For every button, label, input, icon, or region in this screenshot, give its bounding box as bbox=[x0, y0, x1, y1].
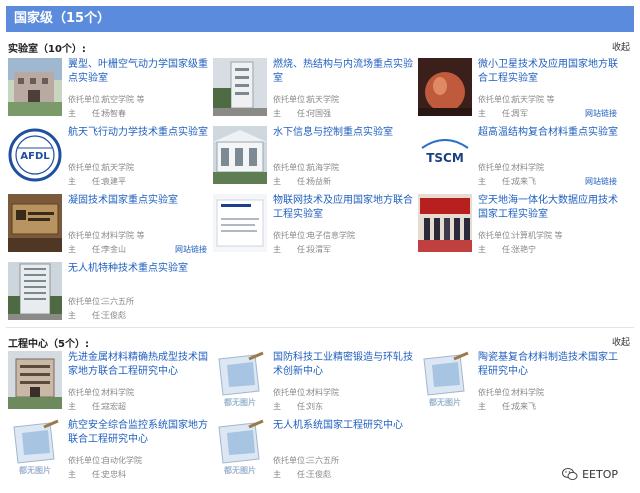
list-item[interactable]: 都无图片 国防科技工业精密锻造与环轧技术创新中心 依托单位：材料学院 主 任：刘… bbox=[213, 351, 418, 415]
lab-title[interactable]: 微小卫星技术及应用国家地方联合工程实验室 bbox=[478, 58, 620, 86]
header-title: 国家级（15个） bbox=[14, 11, 111, 26]
list-item[interactable]: 都无图片 航空安全综合监控系统国家地方联合工程研究中心 依托单位：自动化学院 主… bbox=[8, 419, 213, 483]
lab-title[interactable]: 水下信息与控制重点实验室 bbox=[273, 126, 415, 140]
lead-row: 主 任：刘东 bbox=[273, 402, 323, 411]
section-divider bbox=[6, 327, 634, 328]
center-title[interactable]: 国防科技工业精密锻造与环轧技术创新中心 bbox=[273, 351, 415, 379]
lab-photo-document bbox=[213, 194, 267, 252]
unit-row: 依托单位：电子信息学院 bbox=[273, 231, 355, 240]
list-item[interactable]: 都无图片 陶瓷基复合材料制造技术国家工程研究中心 依托单位：材料学院 主 任：成… bbox=[418, 351, 623, 415]
center-title[interactable]: 先进金属材料精确热成型技术国家地方联合工程研究中心 bbox=[68, 351, 210, 379]
unit-row: 依托单位：航天学院 bbox=[273, 95, 339, 104]
afdl-logo-text: AFDL bbox=[20, 151, 50, 162]
tscm-logo-icon: TSCM bbox=[418, 126, 472, 184]
lead-row: 主 任：王俊彪 bbox=[68, 311, 126, 320]
watermark-text: EETOP bbox=[582, 467, 618, 481]
lab-title[interactable]: 航天飞行动力学技术重点实验室 bbox=[68, 126, 210, 140]
center-title[interactable]: 航空安全综合监控系统国家地方联合工程研究中心 bbox=[68, 419, 210, 447]
lab-title[interactable]: 超高温结构复合材料重点实验室 bbox=[478, 126, 620, 140]
lab-photo-plaque bbox=[8, 194, 62, 252]
placeholder-text: 都无图片 bbox=[223, 465, 256, 475]
lab-title[interactable]: 燃烧、热结构与内流场重点实验室 bbox=[273, 58, 415, 86]
unit-row: 依托单位：材料学院 bbox=[478, 388, 544, 397]
unit-row: 依托单位：航海学院 bbox=[273, 163, 339, 172]
unit-row: 依托单位：自动化学院 bbox=[68, 456, 142, 465]
lab-title[interactable]: 凝固技术国家重点实验室 bbox=[68, 194, 210, 208]
unit-row: 依托单位：材料学院 bbox=[68, 388, 134, 397]
lab-title[interactable]: 无人机特种技术重点实验室 bbox=[68, 262, 210, 276]
no-image-placeholder-icon: 都无图片 bbox=[213, 351, 267, 409]
list-item[interactable]: AFDL 航天飞行动力学技术重点实验室 依托单位：航天学院 主 任：袁建平 bbox=[8, 126, 213, 190]
lab-title[interactable]: 物联网技术及应用国家地方联合工程实验室 bbox=[273, 194, 415, 222]
page-header: 国家级（15个） bbox=[6, 6, 634, 32]
lab-photo-dome bbox=[418, 58, 472, 116]
unit-row: 依托单位：材料学院 bbox=[273, 388, 339, 397]
unit-row: 依托单位：材料学院 bbox=[478, 163, 544, 172]
labs-section-title: 实验室（10个）: bbox=[8, 44, 86, 55]
list-item[interactable]: 水下信息与控制重点实验室 依托单位：航海学院 主 任：杨益新 bbox=[213, 126, 418, 190]
website-link[interactable]: 网站链接 bbox=[585, 176, 617, 187]
lab-photo-facility bbox=[213, 126, 267, 184]
lab-title[interactable]: 翼型、叶栅空气动力学国家级重点实验室 bbox=[68, 58, 210, 86]
website-link[interactable]: 网站链接 bbox=[175, 244, 207, 255]
list-item[interactable]: 都无图片 无人机系统国家工程研究中心 依托单位：三六五所 主 任：王俊彪 bbox=[213, 419, 418, 483]
lead-row: 主 任：王俊彪 bbox=[273, 470, 331, 479]
unit-row: 依托单位：航天学院 等 bbox=[478, 95, 555, 104]
placeholder-text: 都无图片 bbox=[428, 397, 461, 407]
unit-row: 依托单位：航天学院 bbox=[68, 163, 134, 172]
list-item[interactable]: 空天地海一体化大数据应用技术国家工程实验室 依托单位：计算机学院 等 主 任：张… bbox=[418, 194, 623, 258]
tscm-logo-text: TSCM bbox=[426, 151, 464, 165]
afdl-logo-icon: AFDL bbox=[8, 126, 62, 184]
list-item[interactable]: 微小卫星技术及应用国家地方联合工程实验室 依托单位：航天学院 等 主 任：周军 … bbox=[418, 58, 623, 122]
list-item[interactable]: TSCM 超高温结构复合材料重点实验室 依托单位：材料学院 主 任：成来飞 网站… bbox=[418, 126, 623, 190]
labs-collapse-link[interactable]: 收起 bbox=[612, 40, 630, 53]
no-image-placeholder-icon: 都无图片 bbox=[8, 419, 62, 477]
watermark: EETOP bbox=[562, 467, 618, 481]
lab-title[interactable]: 空天地海一体化大数据应用技术国家工程实验室 bbox=[478, 194, 620, 222]
unit-row: 依托单位：航空学院 等 bbox=[68, 95, 145, 104]
list-item[interactable]: 凝固技术国家重点实验室 依托单位：材料学院 等 主 任：李金山 网站链接 bbox=[8, 194, 213, 258]
lead-row: 主 任：李金山 bbox=[68, 245, 126, 254]
lead-row: 主 任：段渭军 bbox=[273, 245, 331, 254]
lead-row: 主 任：史忠科 bbox=[68, 470, 126, 479]
lab-photo-building bbox=[8, 58, 62, 116]
unit-row: 依托单位：材料学院 等 bbox=[68, 231, 145, 240]
lead-row: 主 任：周军 bbox=[478, 109, 528, 118]
no-image-placeholder-icon: 都无图片 bbox=[418, 351, 472, 409]
centers-section-title: 工程中心（5个）: bbox=[8, 339, 89, 350]
list-item[interactable]: 燃烧、热结构与内流场重点实验室 依托单位：航天学院 主 任：何国强 bbox=[213, 58, 418, 122]
lab-photo-ceremony bbox=[418, 194, 472, 252]
lead-row: 主 任：成来飞 bbox=[478, 177, 536, 186]
unit-row: 依托单位：计算机学院 等 bbox=[478, 231, 563, 240]
lab-photo-tower bbox=[213, 58, 267, 116]
center-title[interactable]: 陶瓷基复合材料制造技术国家工程研究中心 bbox=[478, 351, 620, 379]
website-link[interactable]: 网站链接 bbox=[585, 108, 617, 119]
list-item[interactable]: 无人机特种技术重点实验室 依托单位：三六五所 主 任：王俊彪 bbox=[8, 262, 213, 326]
unit-row: 依托单位：三六五所 bbox=[273, 456, 339, 465]
no-image-placeholder-icon: 都无图片 bbox=[213, 419, 267, 477]
lead-row: 主 任：成来飞 bbox=[478, 402, 536, 411]
list-item[interactable]: 物联网技术及应用国家地方联合工程实验室 依托单位：电子信息学院 主 任：段渭军 bbox=[213, 194, 418, 258]
lead-row: 主 任：寇宏超 bbox=[68, 402, 126, 411]
list-item[interactable]: 先进金属材料精确热成型技术国家地方联合工程研究中心 依托单位：材料学院 主 任：… bbox=[8, 351, 213, 415]
placeholder-text: 都无图片 bbox=[223, 397, 256, 407]
placeholder-text: 都无图片 bbox=[18, 465, 51, 475]
lead-row: 主 任：张艳宁 bbox=[478, 245, 536, 254]
lead-row: 主 任：袁建平 bbox=[68, 177, 126, 186]
unit-row: 依托单位：三六五所 bbox=[68, 297, 134, 306]
centers-collapse-link[interactable]: 收起 bbox=[612, 335, 630, 348]
list-item[interactable]: 翼型、叶栅空气动力学国家级重点实验室 依托单位：航空学院 等 主 任：杨智春 bbox=[8, 58, 213, 122]
lead-row: 主 任：杨智春 bbox=[68, 109, 126, 118]
lab-photo-tall-building bbox=[8, 262, 62, 320]
center-title[interactable]: 无人机系统国家工程研究中心 bbox=[273, 419, 415, 433]
lead-row: 主 任：杨益新 bbox=[273, 177, 331, 186]
wechat-icon bbox=[562, 468, 578, 481]
lead-row: 主 任：何国强 bbox=[273, 109, 331, 118]
center-photo-building bbox=[8, 351, 62, 409]
